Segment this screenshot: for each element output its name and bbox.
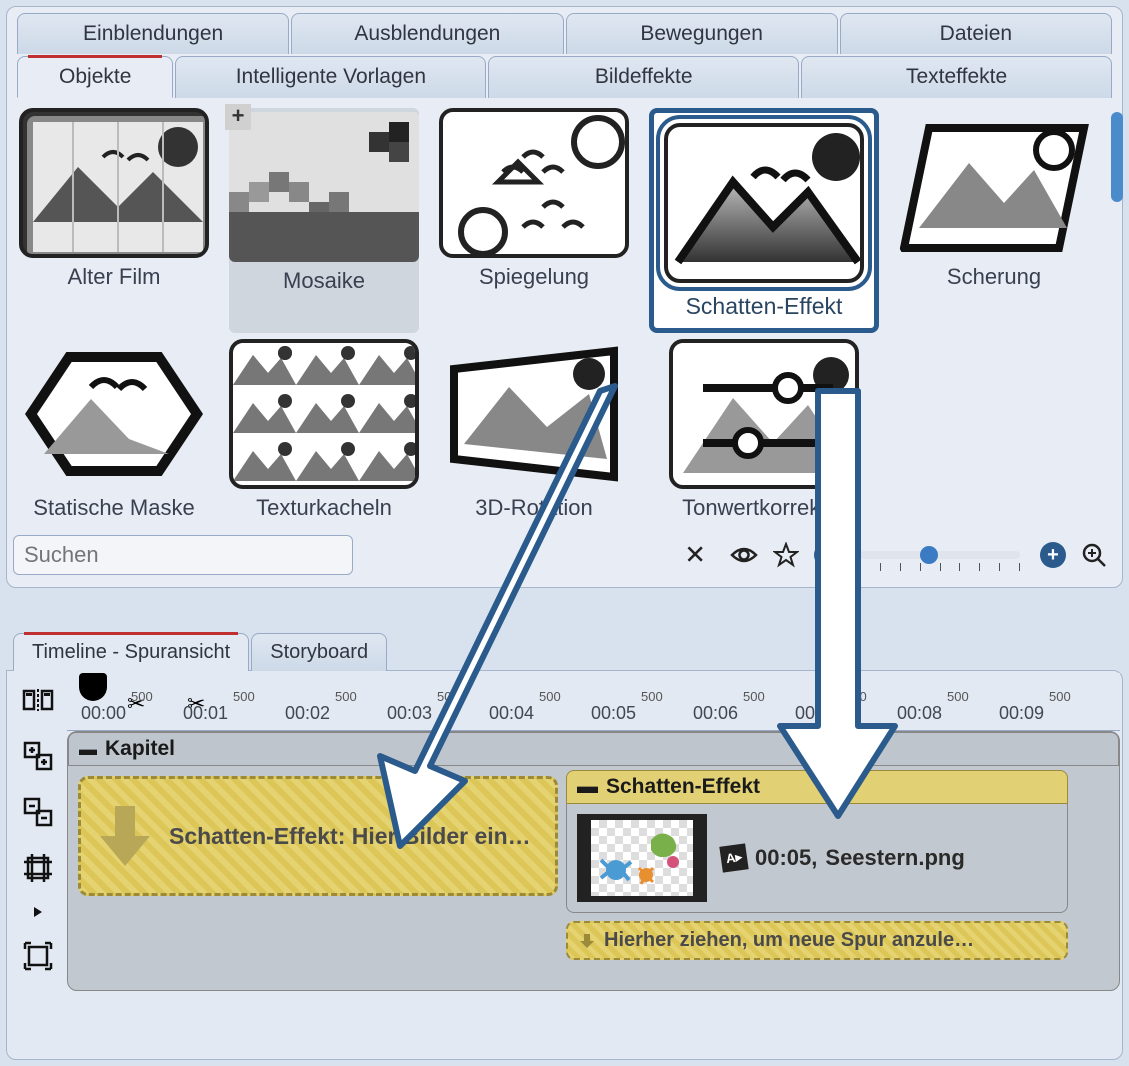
effect-scherung[interactable]: Scherung [899, 108, 1089, 333]
ruler-sublabel: 500 [1049, 689, 1071, 704]
ruler-label: 00:01 [183, 703, 228, 724]
ruler-label: 00:09 [999, 703, 1044, 724]
zoom-fit-icon[interactable] [1080, 541, 1108, 569]
effect-label: Scherung [899, 264, 1089, 290]
timeline-toolbar [9, 673, 67, 1057]
effect-3d-rotation[interactable]: 3D-Rotation [439, 339, 629, 521]
zoom-in-button[interactable]: + [1040, 542, 1066, 568]
effect-texturkacheln[interactable]: Texturkacheln [229, 339, 419, 521]
top-tabs-row2: Objekte Intelligente Vorlagen Bildeffekt… [13, 56, 1116, 98]
timeline-ruler[interactable]: ✂ ✂ 00:0000:0100:0200:0300:0400:0500:060… [67, 673, 1120, 731]
effect-spiegelung[interactable]: Spiegelung [439, 108, 629, 333]
effect-statische-maske[interactable]: Statische Maske [19, 339, 209, 521]
ruler-sublabel: 500 [539, 689, 561, 704]
ab-icon: A▸ [719, 843, 748, 872]
ruler-label: 00:04 [489, 703, 534, 724]
tool-crop-icon[interactable] [19, 849, 57, 887]
chapter-title: Kapitel [105, 737, 175, 761]
effect-label: Schatten-Effekt [664, 293, 864, 320]
tab-einblendungen[interactable]: Einblendungen [17, 13, 289, 54]
collapse-icon[interactable]: ▬ [577, 775, 598, 799]
tool-add-track-icon[interactable] [19, 737, 57, 775]
ruler-sublabel: 500 [131, 689, 153, 704]
clip-thumbnail [577, 814, 707, 902]
ruler-sublabel: 500 [947, 689, 969, 704]
ruler-label: 00:02 [285, 703, 330, 724]
search-input[interactable] [13, 535, 353, 575]
ruler-label: 00:08 [897, 703, 942, 724]
clip-header[interactable]: ▬ Schatten-Effekt [566, 770, 1068, 804]
zoom-slider[interactable] [860, 551, 1020, 559]
tab-objekte[interactable]: Objekte [17, 56, 173, 98]
tool-fit-icon[interactable] [19, 937, 57, 975]
effect-alter-film[interactable]: Alter Film [19, 108, 209, 333]
clip-filename: Seestern.png [825, 845, 964, 871]
effects-grid: Alter Film + [13, 98, 1095, 531]
tab-storyboard[interactable]: Storyboard [251, 633, 387, 671]
ruler-label: 00:05 [591, 703, 636, 724]
tab-texteffekte[interactable]: Texteffekte [801, 56, 1112, 98]
ruler-sublabel: 500 [437, 689, 459, 704]
playhead[interactable] [79, 673, 107, 701]
drop-zone[interactable]: Schatten-Effekt: Hier Bilder ein… [78, 776, 558, 896]
effect-mosaike[interactable]: + Mosaike [229, 108, 419, 333]
zoom-out-button[interactable]: − [814, 542, 840, 568]
clip-title: Schatten-Effekt [606, 775, 760, 799]
arrow-down-icon [95, 801, 155, 871]
scrollbar-thumb[interactable] [1111, 112, 1123, 202]
effect-schatten-effekt[interactable]: Schatten-Effekt [649, 108, 879, 333]
tab-bewegungen[interactable]: Bewegungen [566, 13, 838, 54]
zoom-slider-thumb[interactable] [920, 546, 938, 564]
ruler-sublabel: 500 [641, 689, 663, 704]
drop-zone-text: Schatten-Effekt: Hier Bilder ein… [169, 823, 531, 850]
tab-intelligente-vorlagen[interactable]: Intelligente Vorlagen [175, 56, 486, 98]
effect-label: 3D-Rotation [439, 495, 629, 521]
star-icon[interactable] [772, 541, 800, 569]
effect-label: Texturkacheln [229, 495, 419, 521]
ruler-label: 00:07 [795, 703, 840, 724]
effect-label: Alter Film [19, 264, 209, 290]
tab-ausblendungen[interactable]: Ausblendungen [291, 13, 563, 54]
tool-play-icon[interactable] [19, 905, 57, 919]
ruler-sublabel: 500 [335, 689, 357, 704]
ruler-sublabel: 500 [845, 689, 867, 704]
clip-duration: 00:05, [755, 845, 817, 871]
effect-label: Spiegelung [439, 264, 629, 290]
plus-icon: + [225, 104, 251, 130]
effect-label: Mosaike [229, 268, 419, 294]
top-tabs-row1: Einblendungen Ausblendungen Bewegungen D… [13, 13, 1116, 54]
new-track-hint[interactable]: Hierher ziehen, um neue Spur anzule… [566, 921, 1068, 960]
chapter-header[interactable]: ▬ Kapitel [68, 732, 1119, 766]
tab-dateien[interactable]: Dateien [840, 13, 1112, 54]
ruler-sublabel: 500 [233, 689, 255, 704]
ruler-label: 00:00 [81, 703, 126, 724]
ruler-label: 00:06 [693, 703, 738, 724]
ruler-sublabel: 500 [743, 689, 765, 704]
effect-tonwertkorrektur[interactable]: Tonwertkorrektur [649, 339, 879, 521]
arrow-down-icon [578, 932, 596, 950]
ruler-label: 00:03 [387, 703, 432, 724]
new-track-text: Hierher ziehen, um neue Spur anzule… [604, 929, 974, 952]
clip-body[interactable]: A▸ 00:05, Seestern.png [566, 804, 1068, 913]
tool-remove-track-icon[interactable] [19, 793, 57, 831]
tool-split-icon[interactable] [19, 681, 57, 719]
tab-timeline[interactable]: Timeline - Spuransicht [13, 633, 249, 671]
effect-label: Tonwertkorrektur [649, 495, 879, 521]
effects-scrollbar[interactable] [1111, 112, 1112, 517]
collapse-icon[interactable]: ▬ [79, 739, 97, 760]
tab-bildeffekte[interactable]: Bildeffekte [488, 56, 799, 98]
eye-icon[interactable] [730, 541, 758, 569]
clear-icon[interactable]: ✕ [684, 540, 706, 571]
effect-label: Statische Maske [19, 495, 209, 521]
